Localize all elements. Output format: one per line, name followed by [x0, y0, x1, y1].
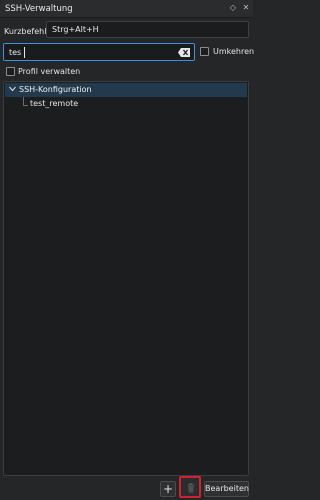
window-title: SSH-Verwaltung	[5, 4, 73, 14]
tree-item-test-remote[interactable]: test_remote	[30, 99, 78, 108]
tree-item-ssh-config[interactable]: SSH-Konfiguration	[5, 83, 247, 97]
manage-profile-checkbox[interactable]	[6, 67, 15, 76]
search-input[interactable]: tes	[3, 43, 195, 61]
title-bar: SSH-Verwaltung ◇ ✕	[0, 0, 253, 18]
invert-checkbox[interactable]	[200, 47, 209, 56]
manage-profile-label: Profil verwalten	[18, 67, 81, 76]
tree-item-label: SSH-Konfiguration	[19, 85, 92, 94]
add-button[interactable]: +	[160, 481, 176, 497]
invert-label: Umkehren	[213, 47, 255, 56]
float-icon[interactable]: ◇	[228, 3, 238, 13]
chevron-down-icon[interactable]	[9, 86, 16, 92]
delete-button[interactable]	[179, 476, 201, 498]
shortcut-field[interactable]: Strg+Alt+H	[46, 21, 249, 38]
clear-icon[interactable]	[178, 48, 190, 57]
edit-button[interactable]: Bearbeiten	[204, 481, 249, 497]
tree-branch-line	[23, 97, 28, 106]
text-caret	[24, 47, 25, 58]
search-value: tes	[9, 48, 22, 57]
close-icon[interactable]: ✕	[241, 3, 251, 13]
ssh-tree-view[interactable]: SSH-Konfiguration test_remote	[3, 81, 249, 476]
shortcut-label: Kurzbefehl	[4, 27, 47, 36]
trash-icon	[187, 483, 195, 493]
